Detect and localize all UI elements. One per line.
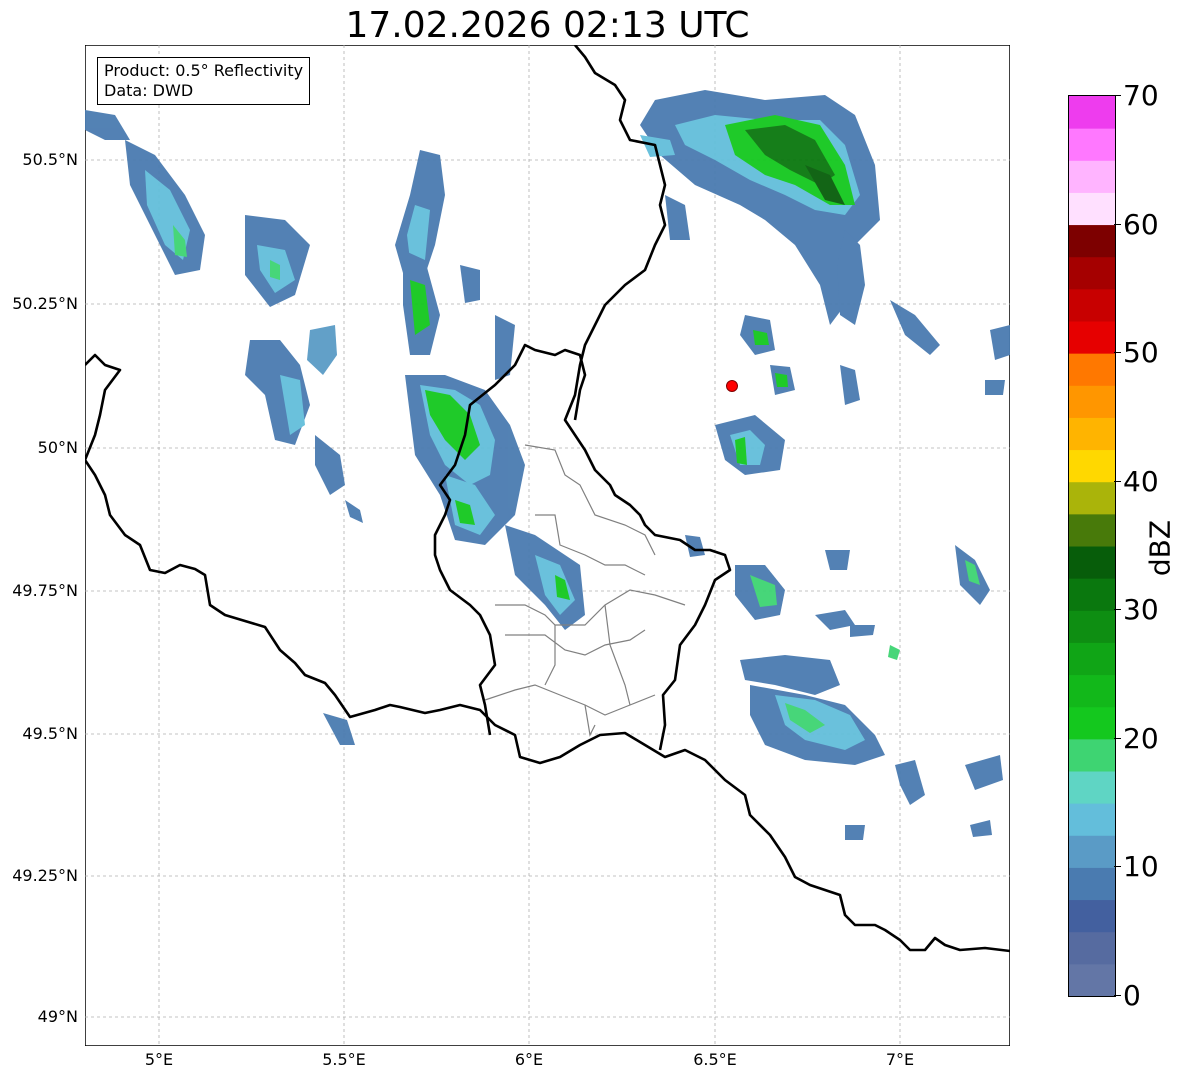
colorbar-segment [1069,321,1115,354]
lon-tick: 6°E [514,1050,544,1069]
map-title: 17.02.2026 02:13 UTC [345,5,750,46]
lat-tick: 49.75°N [12,581,78,600]
colorbar-segment [1069,353,1115,386]
colorbar-segment [1069,546,1115,579]
colorbar-tick: 0 [1123,979,1141,1012]
colorbar-segment [1069,899,1115,933]
colorbar [1068,95,1116,997]
colorbar-segment [1069,449,1115,483]
lat-tick: 49.5°N [22,724,78,743]
colorbar-tick: 40 [1123,465,1159,498]
colorbar-segment [1069,578,1115,611]
colorbar-segment [1069,192,1115,226]
lon-tick: 5°E [144,1050,174,1069]
colorbar-segment [1069,513,1115,547]
lat-tick: 49.25°N [12,866,78,885]
lon-tick: 6.5°E [693,1050,737,1069]
lat-tick: 50.5°N [22,150,78,169]
colorbar-segment [1069,481,1115,515]
colorbar-label: dBZ [1143,519,1177,577]
colorbar-segment [1069,385,1115,418]
colorbar-segment [1069,803,1115,836]
colorbar-tick: 30 [1123,593,1159,626]
lat-tick: 50.25°N [12,294,78,313]
lon-tick: 5.5°E [322,1050,366,1069]
colorbar-segment [1069,288,1115,322]
colorbar-segment [1069,867,1115,901]
colorbar-segment [1069,738,1115,772]
colorbar-segment [1069,771,1115,804]
colorbar-segment [1069,642,1115,676]
lat-tick: 49°N [37,1007,78,1026]
lat-tick: 50°N [37,438,78,457]
colorbar-segment [1069,417,1115,451]
colorbar-tick: 10 [1123,850,1159,883]
colorbar-segment [1069,931,1115,965]
lon-tick: 7°E [885,1050,915,1069]
colorbar-segment [1069,835,1115,868]
colorbar-segment [1069,96,1115,129]
colorbar-segment [1069,674,1115,708]
colorbar-segment [1069,706,1115,740]
product-label: Product: 0.5° Reflectivity [104,61,304,80]
colorbar-tick: 20 [1123,722,1159,755]
colorbar-segment [1069,160,1115,193]
colorbar-segment [1069,128,1115,161]
colorbar-tick: 60 [1123,208,1159,241]
radar-site-marker [726,380,738,392]
colorbar-tick: 70 [1123,79,1159,112]
colorbar-segment [1069,963,1115,996]
colorbar-segment [1069,610,1115,643]
colorbar-tick: 50 [1123,336,1159,369]
colorbar-segment [1069,224,1115,258]
data-source-label: Data: DWD [104,81,194,100]
info-box: Product: 0.5° Reflectivity Data: DWD [97,57,311,105]
radar-map [85,45,1010,1046]
colorbar-segment [1069,256,1115,290]
